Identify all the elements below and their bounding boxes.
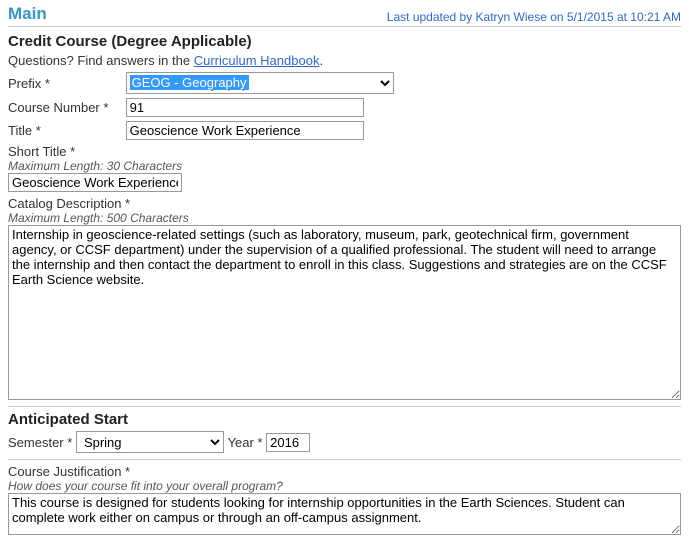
semester-year-row: Semester * Spring Year * bbox=[8, 431, 681, 453]
section-divider-2 bbox=[8, 459, 681, 460]
short-title-label: Short Title * bbox=[8, 144, 75, 159]
last-updated: Last updated by Katryn Wiese on 5/1/2015… bbox=[387, 10, 681, 24]
catalog-label-row: Catalog Description * bbox=[8, 196, 681, 211]
curriculum-handbook-link[interactable]: Curriculum Handbook bbox=[194, 53, 320, 68]
short-title-input[interactable] bbox=[8, 173, 182, 192]
title-input[interactable] bbox=[126, 121, 364, 140]
course-number-row: Course Number * bbox=[8, 98, 681, 117]
course-justification-label: Course Justification * bbox=[8, 464, 130, 479]
catalog-description-label: Catalog Description * bbox=[8, 196, 130, 211]
title-label: Title * bbox=[8, 123, 122, 138]
short-title-label-row: Short Title * bbox=[8, 144, 681, 159]
catalog-description-hint: Maximum Length: 500 Characters bbox=[8, 211, 681, 225]
semester-label: Semester * bbox=[8, 435, 72, 450]
page-title: Main bbox=[8, 4, 47, 24]
course-number-label: Course Number * bbox=[8, 100, 122, 115]
justification-label-row: Course Justification * bbox=[8, 464, 681, 479]
catalog-description-textarea[interactable] bbox=[8, 225, 681, 400]
credit-course-heading: Credit Course (Degree Applicable) bbox=[8, 33, 681, 50]
section-divider bbox=[8, 406, 681, 407]
prefix-row: Prefix * GEOG - Geography GEOG - Geograp… bbox=[8, 72, 681, 94]
questions-text: Questions? Find answers in the bbox=[8, 53, 194, 68]
short-title-input-row bbox=[8, 173, 681, 192]
semester-select[interactable]: Spring bbox=[76, 431, 224, 453]
short-title-hint: Maximum Length: 30 Characters bbox=[8, 159, 681, 173]
course-justification-textarea[interactable] bbox=[8, 493, 681, 535]
prefix-select[interactable]: GEOG - Geography bbox=[126, 72, 394, 94]
course-justification-hint: How does your course fit into your overa… bbox=[8, 479, 681, 493]
year-input[interactable] bbox=[266, 433, 310, 452]
year-label: Year * bbox=[228, 435, 263, 450]
anticipated-start-heading: Anticipated Start bbox=[8, 411, 681, 428]
header-row: Main Last updated by Katryn Wiese on 5/1… bbox=[8, 4, 681, 27]
questions-line: Questions? Find answers in the Curriculu… bbox=[8, 53, 681, 68]
course-number-input[interactable] bbox=[126, 98, 364, 117]
prefix-label: Prefix * bbox=[8, 76, 122, 91]
title-row: Title * bbox=[8, 121, 681, 140]
